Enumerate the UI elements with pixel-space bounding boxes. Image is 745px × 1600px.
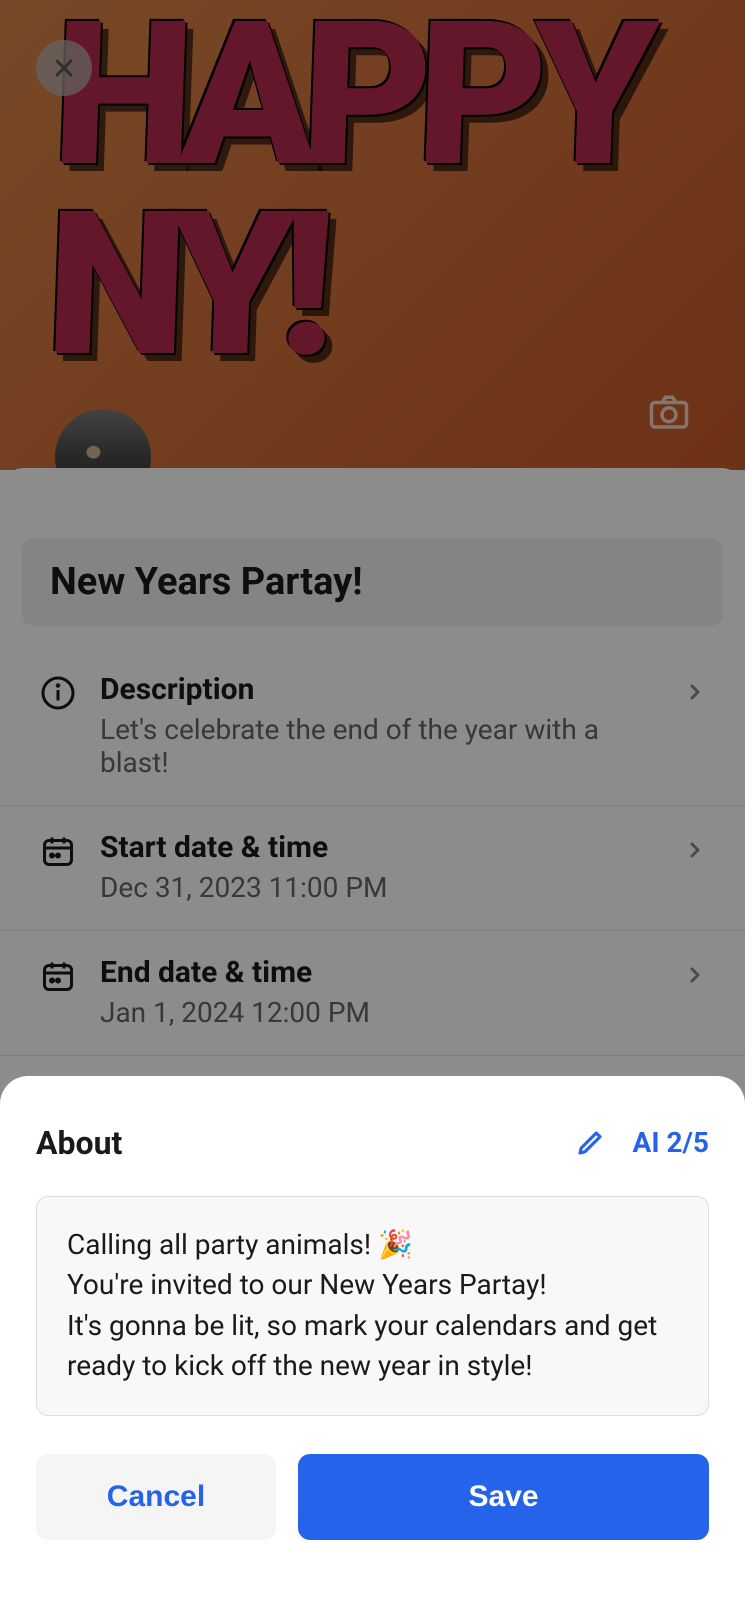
save-button[interactable]: Save [298, 1454, 709, 1540]
cancel-button[interactable]: Cancel [36, 1454, 276, 1540]
sheet-title: About [36, 1124, 122, 1162]
about-text-content: Calling all party animals! 🎉 You're invi… [67, 1225, 678, 1387]
ai-regenerate-button[interactable]: AI 2/5 [633, 1126, 709, 1159]
about-textarea[interactable]: Calling all party animals! 🎉 You're invi… [36, 1196, 709, 1416]
about-sheet: About AI 2/5 Calling all party animals! … [0, 1076, 745, 1600]
edit-icon[interactable] [575, 1128, 605, 1158]
